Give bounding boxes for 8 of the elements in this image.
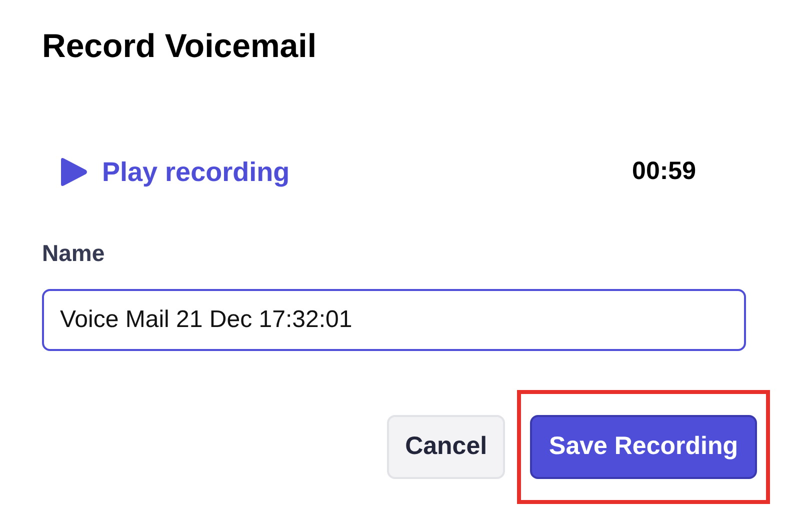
dialog-title: Record Voicemail (42, 26, 318, 66)
duration-text: 00:59 (632, 156, 696, 188)
play-icon (58, 156, 88, 187)
name-input-field[interactable]: Voice Mail 21 Dec 17:32:01 (42, 288, 746, 351)
cancel-button[interactable]: Cancel (387, 414, 506, 479)
play-recording-link[interactable]: Play recording (58, 152, 290, 192)
name-label: Name (42, 239, 105, 268)
save-button[interactable]: Save Recording (530, 414, 757, 479)
